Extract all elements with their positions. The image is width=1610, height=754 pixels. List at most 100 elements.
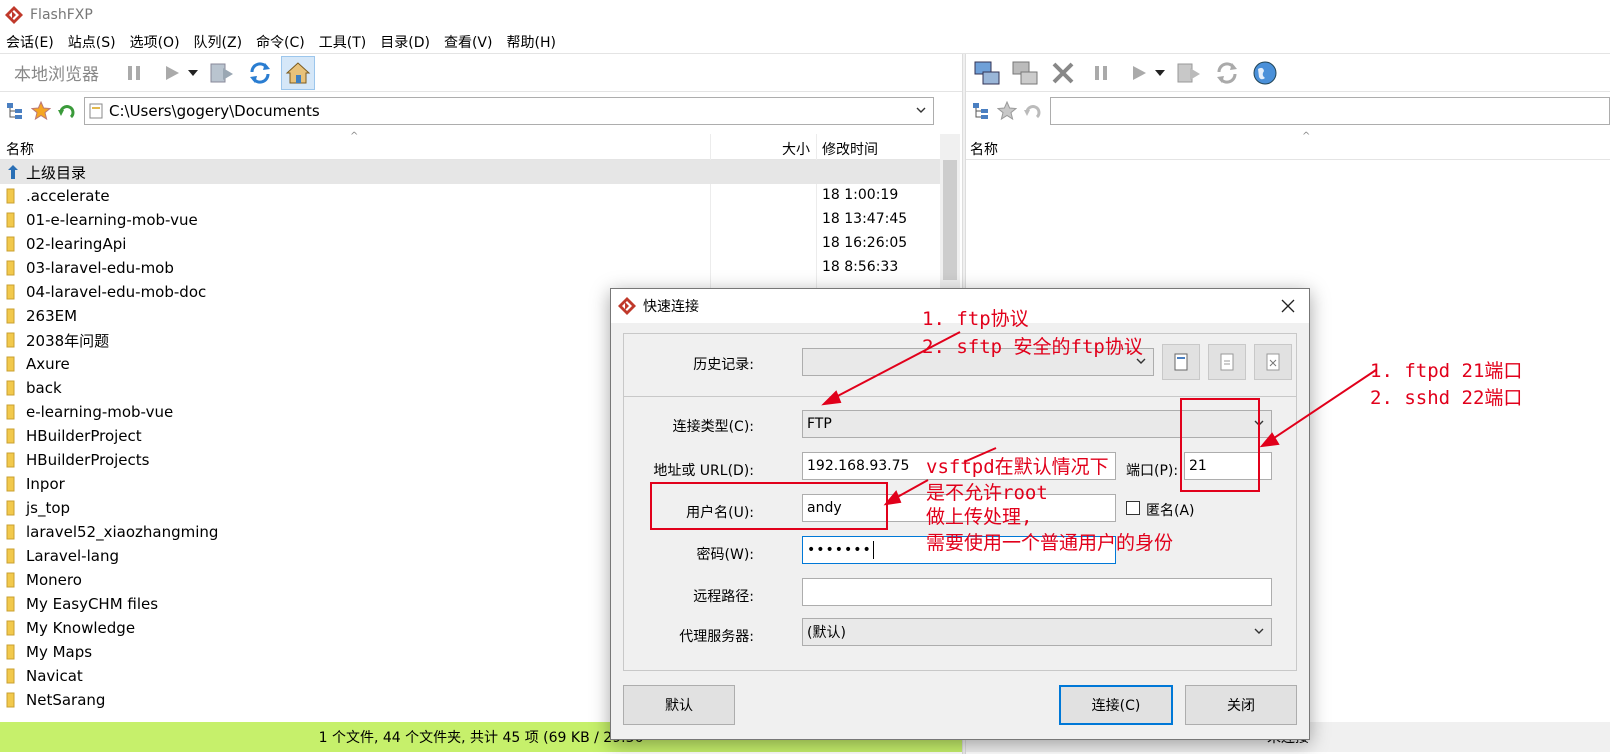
- file-name: HBuilderProject: [26, 427, 142, 445]
- remote-path-input[interactable]: [802, 578, 1272, 606]
- column-modified[interactable]: 修改时间: [822, 139, 878, 159]
- close-button-label: 关闭: [1227, 698, 1255, 714]
- remote-refresh-button[interactable]: [1210, 56, 1244, 90]
- menu-sites[interactable]: 站点(S): [68, 32, 116, 52]
- menu-bar: 会话(E) 站点(S) 选项(O) 队列(Z) 命令(C) 工具(T) 目录(D…: [0, 30, 1610, 54]
- file-name: NetSarang: [26, 691, 106, 709]
- folder-icon: [6, 620, 24, 636]
- compare-button[interactable]: [205, 56, 239, 90]
- folder-icon: [6, 236, 24, 252]
- remote-pause-button[interactable]: [1084, 56, 1118, 90]
- caret-down-icon: [188, 69, 198, 76]
- disconnect-button[interactable]: [1008, 56, 1042, 90]
- connection-type-label: 连接类型(C):: [672, 419, 754, 435]
- column-size[interactable]: 大小: [782, 139, 810, 159]
- file-name: Inpor: [26, 475, 65, 493]
- annotation-port-2: 2. sshd 22端口: [1370, 387, 1523, 409]
- file-row[interactable]: 03-laravel-edu-mob 18 8:56:33: [0, 256, 940, 280]
- remote-transfer-button[interactable]: [1122, 56, 1156, 90]
- tree-icon: [973, 103, 988, 119]
- close-x-icon: [1052, 62, 1074, 83]
- caret-down-icon: [1155, 69, 1165, 76]
- file-modified: 18 8:56:33: [822, 259, 899, 275]
- file-row[interactable]: .accelerate 18 1:00:19: [0, 184, 940, 208]
- folder-icon: [6, 428, 24, 444]
- menu-help[interactable]: 帮助(H): [506, 32, 555, 52]
- refresh-icon: [1217, 61, 1237, 84]
- column-name[interactable]: 名称: [6, 139, 34, 159]
- transfer-dropdown[interactable]: [187, 56, 199, 90]
- menu-commands[interactable]: 命令(C): [256, 32, 305, 52]
- remote-path-input[interactable]: [1050, 97, 1610, 125]
- abort-button[interactable]: [1046, 56, 1080, 90]
- chevron-down-icon: [916, 107, 926, 113]
- folder-icon: [6, 332, 24, 348]
- close-dialog-button[interactable]: 关闭: [1185, 685, 1297, 725]
- go-up-button[interactable]: [56, 100, 78, 122]
- anonymous-checkbox[interactable]: [1126, 501, 1140, 515]
- history-edit-button[interactable]: [1208, 344, 1246, 380]
- file-row[interactable]: 01-e-learning-mob-vue 18 13:47:45: [0, 208, 940, 232]
- connect-icon: [974, 61, 1000, 84]
- file-name: My EasyCHM files: [26, 595, 159, 613]
- remote-favorites-button[interactable]: [996, 100, 1018, 122]
- back-arrow-icon: [58, 105, 75, 119]
- file-name: My Maps: [26, 643, 93, 661]
- folder-icon: [6, 452, 24, 468]
- annotation-box-username: [650, 482, 888, 530]
- file-name: My Knowledge: [26, 619, 136, 637]
- remote-address-bar: [966, 94, 1610, 128]
- history-add-button[interactable]: [1162, 344, 1200, 380]
- back-arrow-icon: [1024, 105, 1041, 119]
- connect-dialog-button[interactable]: 连接(C): [1059, 685, 1173, 725]
- history-delete-button[interactable]: [1254, 344, 1292, 380]
- connect-button[interactable]: [970, 56, 1004, 90]
- remote-transfer-dropdown[interactable]: [1154, 56, 1166, 90]
- pause-button[interactable]: [117, 56, 151, 90]
- star-icon: [997, 101, 1017, 121]
- menu-session[interactable]: 会话(E): [6, 32, 54, 52]
- port-label: 端口(P):: [1126, 463, 1179, 479]
- dialog-close-button[interactable]: [1277, 295, 1299, 317]
- remote-path-label: 远程路径:: [693, 589, 754, 605]
- file-name: js_top: [26, 499, 71, 517]
- file-name: 03-laravel-edu-mob: [26, 259, 174, 277]
- default-button[interactable]: 默认: [623, 685, 735, 725]
- sort-caret-icon: ^: [350, 131, 359, 142]
- remote-column-name[interactable]: 名称: [970, 139, 998, 159]
- local-path-input[interactable]: C:\Users\gogery\Documents: [84, 97, 934, 125]
- transfer-button[interactable]: [155, 56, 189, 90]
- menu-options[interactable]: 选项(O): [130, 32, 180, 52]
- file-name: e-learning-mob-vue: [26, 403, 174, 421]
- menu-directory[interactable]: 目录(D): [380, 32, 430, 52]
- address-label: 地址或 URL(D):: [653, 463, 754, 479]
- parent-directory-row[interactable]: 上级目录: [0, 160, 940, 184]
- refresh-button[interactable]: [243, 56, 277, 90]
- file-name: back: [26, 379, 62, 397]
- sort-caret-icon: ^: [1302, 131, 1311, 142]
- refresh-icon: [250, 61, 270, 84]
- file-name: 01-e-learning-mob-vue: [26, 211, 198, 229]
- tree-view-button[interactable]: [4, 100, 26, 122]
- menu-queue[interactable]: 队列(Z): [194, 32, 243, 52]
- remote-compare-button[interactable]: [1172, 56, 1206, 90]
- scrollbar-thumb[interactable]: [943, 160, 957, 280]
- window-title: FlashFXP: [30, 7, 93, 23]
- file-name: 263EM: [26, 307, 78, 325]
- web-button[interactable]: [1248, 56, 1282, 90]
- home-button[interactable]: [281, 55, 315, 90]
- menu-view[interactable]: 查看(V): [444, 32, 493, 52]
- folder-icon: [6, 404, 24, 420]
- document-icon: [1174, 353, 1188, 371]
- remote-go-up-button[interactable]: [1022, 100, 1044, 122]
- menu-tools[interactable]: 工具(T): [319, 32, 366, 52]
- favorites-button[interactable]: [30, 100, 52, 122]
- flashfxp-logo-icon: [618, 297, 636, 315]
- up-arrow-icon: [6, 164, 24, 180]
- play-icon: [1133, 65, 1146, 80]
- proxy-select[interactable]: (默认): [802, 618, 1272, 646]
- remote-tree-view-button[interactable]: [970, 100, 992, 122]
- default-button-label: 默认: [665, 698, 693, 714]
- file-row[interactable]: 02-learingApi 18 16:26:05: [0, 232, 940, 256]
- local-browser-label[interactable]: 本地浏览器: [14, 60, 99, 85]
